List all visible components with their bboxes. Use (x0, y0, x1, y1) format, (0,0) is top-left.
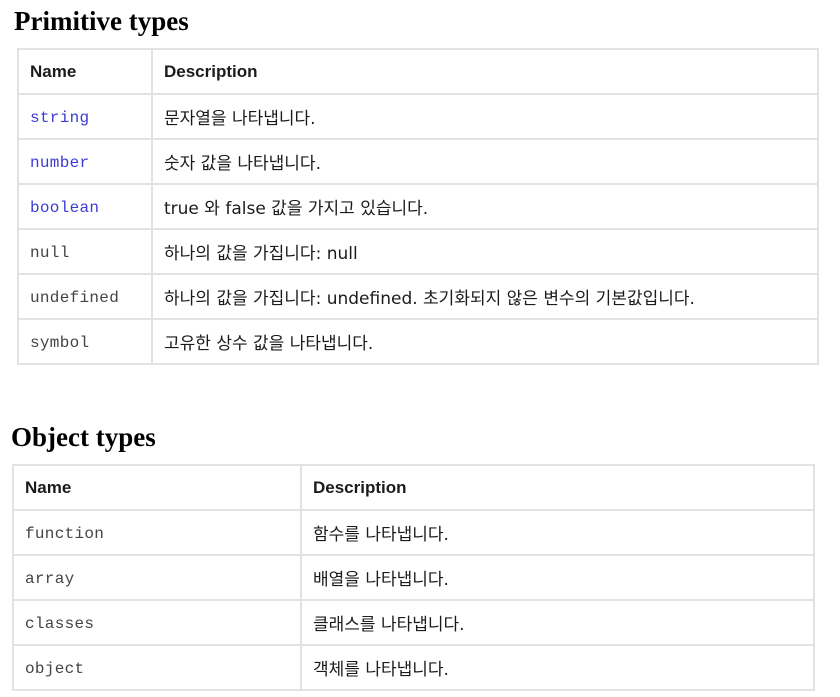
type-name-function: function (25, 524, 105, 543)
type-name-cell: object (12, 644, 302, 691)
table-header-row: Name Description (17, 48, 819, 95)
table-row: string 문자열을 나타냅니다. (17, 93, 819, 140)
type-description-cell: 고유한 상수 값을 나타냅니다. (151, 318, 819, 365)
type-name-cell: classes (12, 599, 302, 646)
type-description-cell: 하나의 값을 가집니다: undefined. 초기화되지 않은 변수의 기본값… (151, 273, 819, 320)
type-name-null: null (30, 243, 70, 262)
type-description-cell: 클래스를 나타냅니다. (300, 599, 815, 646)
column-header-name: Name (17, 48, 153, 95)
table-row: number 숫자 값을 나타냅니다. (17, 138, 819, 185)
table-row: object 객체를 나타냅니다. (12, 644, 815, 691)
type-description-cell: true 와 false 값을 가지고 있습니다. (151, 183, 819, 230)
type-link-string[interactable]: string (30, 109, 89, 127)
type-name-cell: function (12, 509, 302, 556)
type-name-cell: string (17, 93, 153, 140)
table-row: classes 클래스를 나타냅니다. (12, 599, 815, 646)
table-row: undefined 하나의 값을 가집니다: undefined. 초기화되지 … (17, 273, 819, 320)
table-header-row: Name Description (12, 464, 815, 511)
type-name-classes: classes (25, 614, 95, 633)
type-description-cell: 배열을 나타냅니다. (300, 554, 815, 601)
table-row: null 하나의 값을 가집니다: null (17, 228, 819, 275)
column-header-description: Description (300, 464, 815, 511)
type-name-cell: boolean (17, 183, 153, 230)
type-link-number[interactable]: number (30, 154, 89, 172)
type-description-cell: 문자열을 나타냅니다. (151, 93, 819, 140)
type-description-cell: 하나의 값을 가집니다: null (151, 228, 819, 275)
type-name-undefined: undefined (30, 288, 120, 307)
type-name-cell: number (17, 138, 153, 185)
type-name-cell: undefined (17, 273, 153, 320)
object-types-table: Name Description function 함수를 나타냅니다. arr… (12, 464, 815, 691)
object-types-heading: Object types (11, 422, 156, 452)
type-name-cell: array (12, 554, 302, 601)
type-name-cell: null (17, 228, 153, 275)
primitive-types-table: Name Description string 문자열을 나타냅니다. numb… (17, 48, 819, 365)
type-description-cell: 숫자 값을 나타냅니다. (151, 138, 819, 185)
type-name-array: array (25, 569, 75, 588)
primitive-types-heading: Primitive types (14, 6, 189, 36)
type-link-boolean[interactable]: boolean (30, 199, 99, 217)
table-row: function 함수를 나타냅니다. (12, 509, 815, 556)
table-row: array 배열을 나타냅니다. (12, 554, 815, 601)
type-name-cell: symbol (17, 318, 153, 365)
type-description-cell: 객체를 나타냅니다. (300, 644, 815, 691)
type-description-cell: 함수를 나타냅니다. (300, 509, 815, 556)
type-name-object: object (25, 659, 85, 678)
column-header-name: Name (12, 464, 302, 511)
column-header-description: Description (151, 48, 819, 95)
type-name-symbol: symbol (30, 333, 90, 352)
table-row: boolean true 와 false 값을 가지고 있습니다. (17, 183, 819, 230)
table-row: symbol 고유한 상수 값을 나타냅니다. (17, 318, 819, 365)
